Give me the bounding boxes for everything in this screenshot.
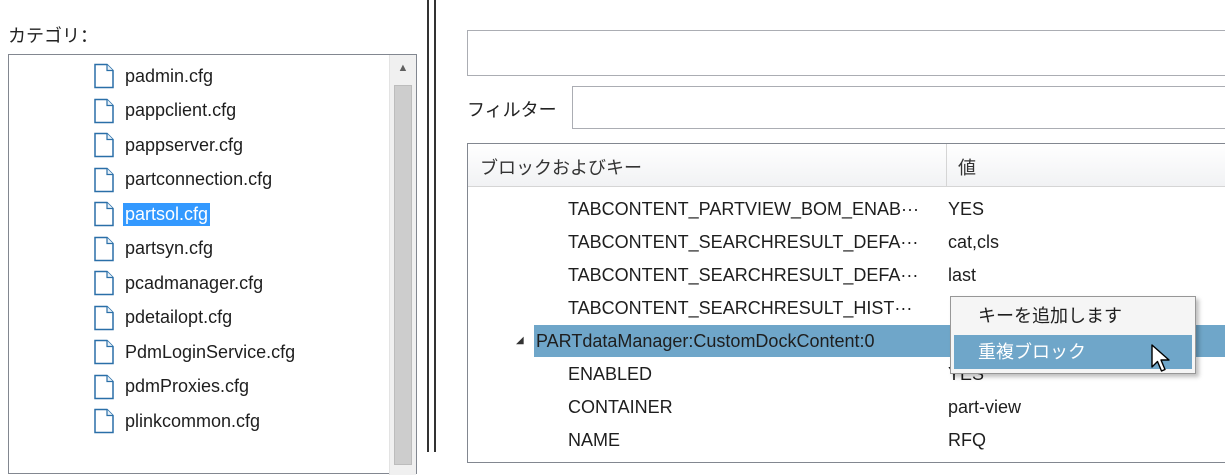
grid-key: CONTAINER bbox=[568, 397, 673, 417]
grid-key: TABCONTENT_SEARCHRESULT_DEFA··· bbox=[568, 265, 919, 285]
header-block-key[interactable]: ブロックおよびキー bbox=[480, 154, 642, 180]
file-name: plinkcommon.cfg bbox=[125, 410, 261, 431]
header-value[interactable]: 値 bbox=[958, 154, 976, 180]
top-text-field[interactable] bbox=[467, 30, 1225, 76]
filter-input[interactable] bbox=[572, 86, 1225, 129]
grid-key: PARTdataManager:CustomDockContent:0 bbox=[536, 331, 875, 351]
file-list-item[interactable]: plinkcommon.cfg bbox=[93, 406, 262, 436]
file-icon bbox=[94, 305, 114, 330]
file-icon bbox=[94, 408, 114, 434]
file-icon bbox=[94, 374, 114, 399]
grid-key-row[interactable]: TABCONTENT_SEARCHRESULT_DEFA··· last bbox=[468, 259, 1225, 291]
grid-key: NAME bbox=[568, 430, 621, 450]
scrollbar-thumb[interactable] bbox=[394, 85, 412, 465]
grid-value: cat,cls bbox=[948, 232, 1000, 252]
grid-key: ENABLED bbox=[568, 364, 653, 384]
scroll-up-arrow-icon[interactable]: ▲ bbox=[390, 55, 416, 81]
grid-key-row[interactable]: NAME RFQ bbox=[468, 424, 1225, 456]
grid-value: RFQ bbox=[948, 430, 986, 450]
file-icon bbox=[94, 98, 114, 123]
menu-item-label: 重複ブロック bbox=[978, 342, 1086, 362]
grid-key-row[interactable]: TABCONTENT_PARTVIEW_BOM_ENAB··· YES bbox=[468, 193, 1225, 225]
file-list-item[interactable]: partsol.cfg bbox=[93, 199, 211, 229]
file-icon bbox=[94, 201, 114, 227]
file-list-item[interactable]: pcadmanager.cfg bbox=[93, 268, 265, 298]
file-list-item[interactable]: pdetailopt.cfg bbox=[93, 303, 234, 333]
menu-item-add-key[interactable]: キーを追加します bbox=[954, 299, 1192, 333]
file-name: partsol.cfg bbox=[123, 202, 211, 226]
category-label: カテゴリ： bbox=[8, 26, 98, 46]
grid-value: YES bbox=[948, 199, 985, 219]
grid-value: last bbox=[948, 265, 977, 285]
grid-key-row[interactable]: TABCONTENT_SEARCHRESULT_DEFA··· cat,cls bbox=[468, 226, 1225, 258]
file-name: padmin.cfg bbox=[125, 65, 214, 86]
file-name: pdmProxies.cfg bbox=[125, 376, 250, 396]
file-list-item[interactable]: pappserver.cfg bbox=[93, 130, 245, 160]
splitter-line-right[interactable] bbox=[434, 0, 436, 452]
grid-key: TABCONTENT_PARTVIEW_BOM_ENAB··· bbox=[568, 199, 920, 219]
file-icon bbox=[94, 132, 114, 158]
splitter-line-left[interactable] bbox=[427, 0, 429, 452]
file-name: pappserver.cfg bbox=[125, 134, 244, 155]
file-icon bbox=[94, 167, 114, 192]
mouse-pointer-icon bbox=[1151, 344, 1170, 372]
grid-key-row[interactable]: CONTAINER part-view bbox=[468, 391, 1225, 423]
filter-label: フィルター bbox=[467, 100, 557, 120]
menu-item-label: キーを追加します bbox=[978, 306, 1122, 326]
file-name: PdmLoginService.cfg bbox=[125, 341, 296, 362]
file-list-item[interactable]: pdmProxies.cfg bbox=[93, 372, 251, 402]
file-icon bbox=[94, 270, 114, 296]
header-separator[interactable] bbox=[946, 144, 947, 186]
grid-key: TABCONTENT_SEARCHRESULT_DEFA··· bbox=[568, 232, 919, 252]
category-file-list[interactable]: padmin.cfg pappclient.cfg pappserver.cfg pa… bbox=[8, 54, 417, 474]
grid-value: part-view bbox=[948, 397, 1022, 417]
file-name: pcadmanager.cfg bbox=[125, 272, 264, 293]
file-name: pappclient.cfg bbox=[125, 100, 237, 120]
file-list-item[interactable]: pappclient.cfg bbox=[93, 96, 238, 126]
grid-header: ブロックおよびキー 値 bbox=[468, 144, 1225, 187]
file-list-item[interactable]: partconnection.cfg bbox=[93, 165, 274, 195]
file-list-item[interactable]: PdmLoginService.cfg bbox=[93, 337, 297, 367]
file-name: pdetailopt.cfg bbox=[125, 307, 233, 327]
file-icon bbox=[94, 63, 114, 89]
expand-triangle-icon[interactable]: ◢ bbox=[516, 335, 524, 346]
file-icon bbox=[94, 339, 114, 365]
file-list-item[interactable]: padmin.cfg bbox=[93, 61, 215, 91]
file-list-scrollbar[interactable]: ▲ bbox=[389, 55, 416, 475]
file-name: partconnection.cfg bbox=[125, 169, 273, 189]
file-list-item[interactable]: partsyn.cfg bbox=[93, 234, 215, 264]
file-name: partsyn.cfg bbox=[125, 238, 214, 258]
file-icon bbox=[94, 236, 114, 261]
grid-key: TABCONTENT_SEARCHRESULT_HIST··· bbox=[568, 298, 913, 318]
